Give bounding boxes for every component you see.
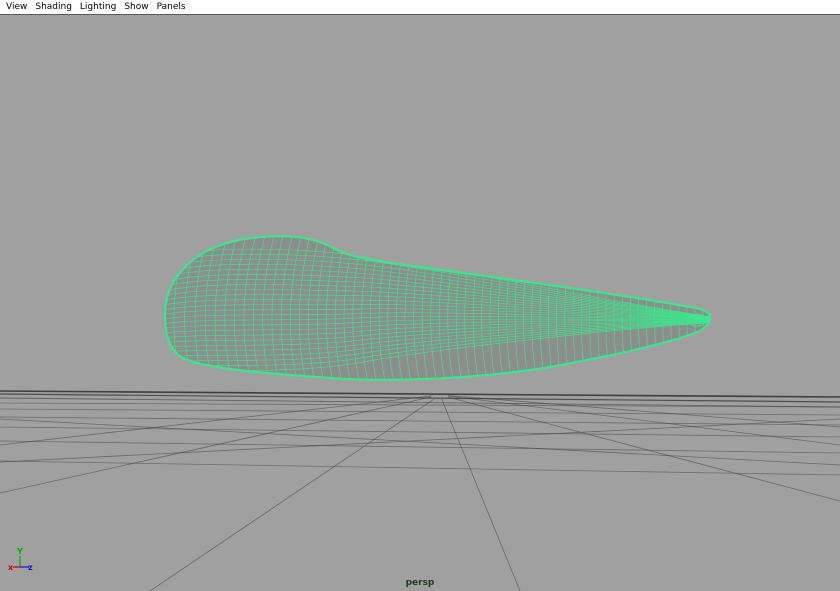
camera-name-label: persp: [405, 578, 435, 588]
3d-viewport[interactable]: Y x z persp: [0, 15, 840, 591]
menu-show[interactable]: Show: [120, 0, 152, 14]
grid-line: [0, 416, 840, 426]
menu-panels[interactable]: Panels: [153, 0, 190, 14]
grid-line: [0, 418, 840, 466]
grid-line: [0, 426, 840, 438]
menu-shading[interactable]: Shading: [31, 0, 76, 14]
grid-line: [0, 402, 840, 408]
grid-line: [0, 393, 840, 403]
panel-menu-bar: View Shading Lighting Show Panels: [0, 0, 840, 15]
grid-line: [0, 440, 840, 454]
grid-line: [0, 408, 840, 416]
menu-lighting[interactable]: Lighting: [76, 0, 120, 14]
grid-line: [441, 398, 521, 591]
ground-grid: [0, 390, 840, 591]
scene-canvas[interactable]: [0, 15, 840, 591]
axis-z-label: z: [28, 563, 33, 572]
nurbs-surface-wireframe[interactable]: [160, 225, 712, 395]
menu-view[interactable]: View: [2, 0, 31, 14]
grid-line: [0, 390, 840, 398]
grid-line: [0, 418, 840, 463]
axis-gizmo: Y x z: [8, 547, 38, 576]
axis-y-label: Y: [17, 547, 23, 556]
maya-viewport-window: View Shading Lighting Show Panels Y x z …: [0, 0, 840, 591]
axis-x-label: x: [8, 563, 14, 572]
grid-line: [447, 396, 840, 502]
grid-line: [447, 395, 840, 446]
